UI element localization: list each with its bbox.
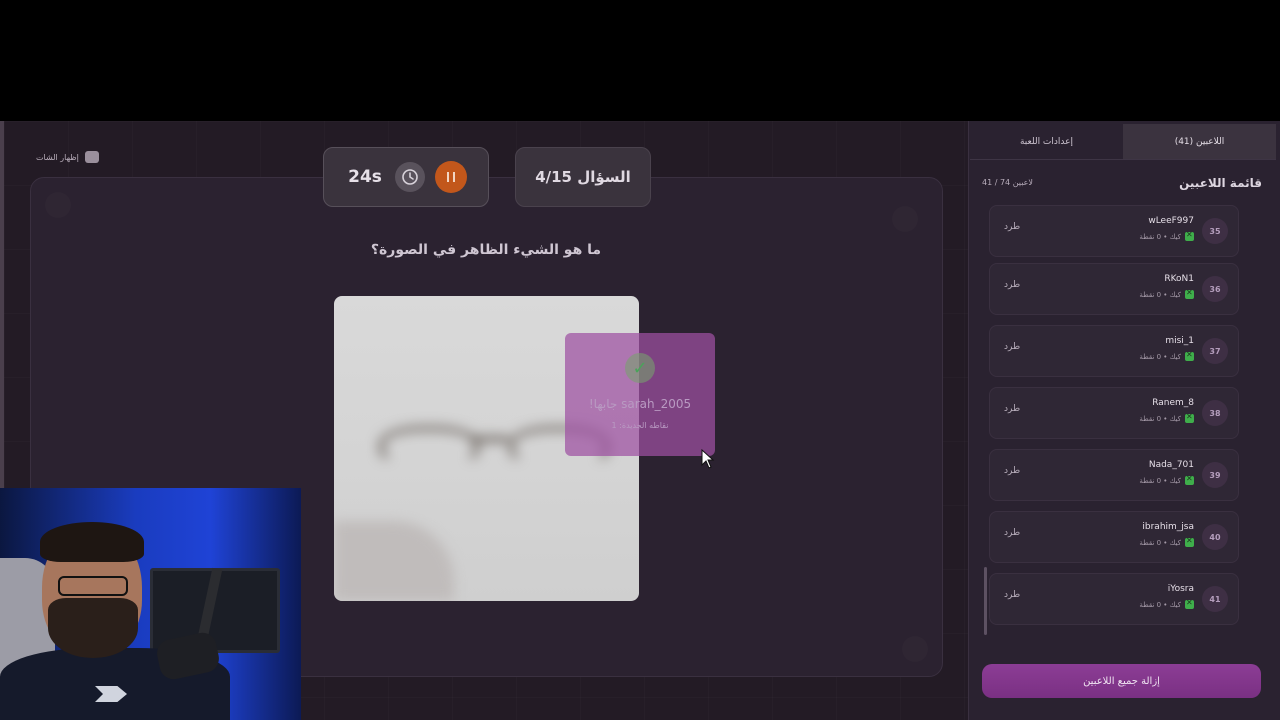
- list-item: 41 iYosra كيك • 0 نقطة طرد: [989, 573, 1239, 625]
- show-chat-toggle[interactable]: إظهار الشات: [36, 151, 99, 163]
- image-shadow: [334, 521, 454, 601]
- player-meta-text: كيك • 0 نقطة: [1139, 414, 1181, 423]
- chat-icon: [84, 151, 99, 163]
- player-meta: كيك • 0 نقطة: [1139, 598, 1194, 609]
- player-meta-text: كيك • 0 نقطة: [1139, 538, 1181, 547]
- decor-dot: [45, 192, 71, 218]
- kick-platform-icon: [1185, 536, 1194, 547]
- player-number: 40: [1202, 524, 1228, 550]
- list-item: 40 ibrahim_jsa كيك • 0 نقطة طرد: [989, 511, 1239, 563]
- player-list: 35 wLeeF997 كيك • 0 نقطة طرد 36 RKoN1 كي…: [983, 205, 1263, 650]
- sidebar-tabs: إعدادات اللعبة اللاعبين (41): [970, 124, 1276, 160]
- tab-game-settings[interactable]: إعدادات اللعبة: [970, 124, 1123, 159]
- player-meta-text: كيك • 0 نقطة: [1139, 232, 1181, 241]
- player-number: 41: [1202, 586, 1228, 612]
- player-list-title: قائمة اللاعبين: [1179, 176, 1262, 190]
- letterbox-top: [0, 0, 1280, 121]
- decor-dot: [902, 636, 928, 662]
- list-item: 38 Ranem_8 كيك • 0 نقطة طرد: [989, 387, 1239, 439]
- question-counter: السؤال 4/15: [515, 147, 651, 207]
- glasses-lens-left: [379, 426, 479, 466]
- popup-subtitle: نقاطه الجديدة: 1: [611, 421, 669, 430]
- player-meta-text: كيك • 0 نقطة: [1139, 476, 1181, 485]
- player-meta: كيك • 0 نقطة: [1139, 474, 1194, 485]
- player-name: ibrahim_jsa: [1142, 522, 1194, 532]
- timer-panel: 24s: [323, 147, 489, 207]
- kick-platform-icon: [1185, 350, 1194, 361]
- kick-button[interactable]: طرد: [1004, 466, 1020, 476]
- kick-platform-icon: [1185, 288, 1194, 299]
- player-meta-text: كيك • 0 نقطة: [1139, 290, 1181, 299]
- list-item: 36 RKoN1 كيك • 0 نقطة طرد: [989, 263, 1239, 315]
- player-name: RKoN1: [1164, 274, 1194, 284]
- player-number: 38: [1202, 400, 1228, 426]
- player-count: 41 / 74 لاعبين: [982, 178, 1033, 187]
- tab-players[interactable]: اللاعبين (41): [1123, 124, 1276, 159]
- player-name: misi_1: [1165, 336, 1194, 346]
- kick-button[interactable]: طرد: [1004, 528, 1020, 538]
- player-name: Nada_701: [1148, 460, 1194, 470]
- kick-button[interactable]: طرد: [1004, 222, 1020, 232]
- mouse-cursor-icon: [701, 449, 715, 469]
- decor-dot: [892, 206, 918, 232]
- kick-platform-icon: [1185, 474, 1194, 485]
- player-number: 37: [1202, 338, 1228, 364]
- pause-button[interactable]: [435, 161, 467, 193]
- popup-title: sarah_2005 جابها!: [588, 397, 692, 411]
- player-name: Ranem_8: [1152, 398, 1194, 408]
- question-text: ما هو الشيء الظاهر في الصورة؟: [370, 242, 602, 258]
- person-glasses: [58, 576, 128, 596]
- correct-answer-popup: ✓ sarah_2005 جابها! نقاطه الجديدة: 1: [565, 333, 715, 456]
- list-item: 39 Nada_701 كيك • 0 نقطة طرد: [989, 449, 1239, 501]
- clock-icon: [395, 162, 425, 192]
- timer-value: 24s: [348, 167, 382, 187]
- pause-icon: [447, 172, 455, 182]
- player-meta: كيك • 0 نقطة: [1139, 412, 1194, 423]
- webcam-overlay: [0, 488, 301, 720]
- kick-platform-icon: [1185, 230, 1194, 241]
- glasses-bridge: [469, 436, 509, 442]
- remove-all-players-button[interactable]: إزالة جميع اللاعبين: [982, 664, 1261, 698]
- player-number: 39: [1202, 462, 1228, 488]
- player-meta-text: كيك • 0 نقطة: [1139, 600, 1181, 609]
- kick-platform-icon: [1185, 598, 1194, 609]
- player-number: 36: [1202, 276, 1228, 302]
- player-list-scrollbar[interactable]: [984, 567, 987, 635]
- player-meta: كيك • 0 نقطة: [1139, 230, 1194, 241]
- player-number: 35: [1202, 218, 1228, 244]
- list-item: 35 wLeeF997 كيك • 0 نقطة طرد: [989, 205, 1239, 257]
- chat-toggle-label: إظهار الشات: [36, 152, 79, 162]
- player-name: wLeeF997: [1148, 216, 1194, 226]
- player-meta-text: كيك • 0 نقطة: [1139, 352, 1181, 361]
- player-name: iYosra: [1167, 584, 1194, 594]
- player-meta: كيك • 0 نقطة: [1139, 536, 1194, 547]
- kick-button[interactable]: طرد: [1004, 342, 1020, 352]
- person-hair: [40, 522, 144, 562]
- player-meta: كيك • 0 نقطة: [1139, 350, 1194, 361]
- player-meta: كيك • 0 نقطة: [1139, 288, 1194, 299]
- person-beard: [48, 598, 138, 658]
- kick-button[interactable]: طرد: [1004, 280, 1020, 290]
- kick-platform-icon: [1185, 412, 1194, 423]
- check-icon: ✓: [625, 353, 655, 383]
- kick-button[interactable]: طرد: [1004, 590, 1020, 600]
- list-item: 37 misi_1 كيك • 0 نقطة طرد: [989, 325, 1239, 377]
- kick-button[interactable]: طرد: [1004, 404, 1020, 414]
